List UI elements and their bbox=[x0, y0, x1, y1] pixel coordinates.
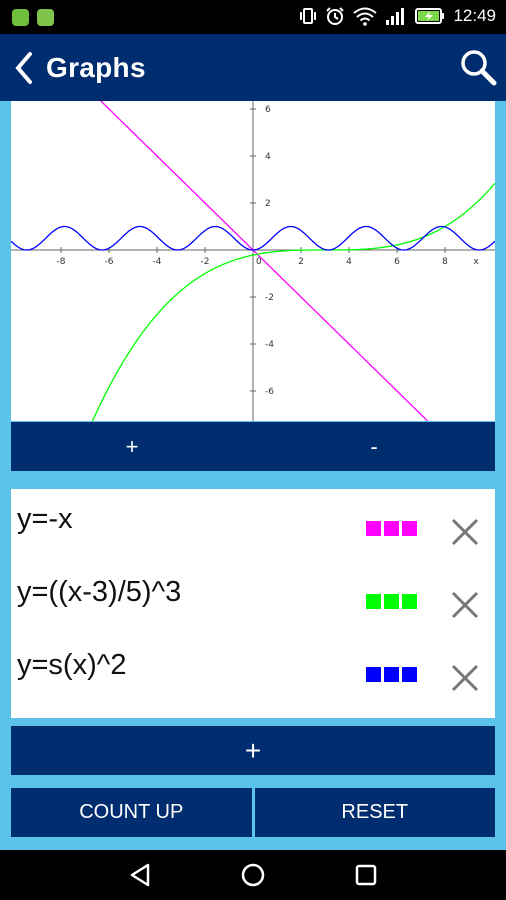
function-row: y=((x-3)/5)^3 bbox=[11, 562, 495, 634]
x-tick-label: 8 bbox=[442, 257, 448, 267]
color-swatch bbox=[402, 594, 417, 609]
color-swatch bbox=[402, 667, 417, 682]
status-time: 12:49 bbox=[453, 6, 496, 25]
function-curve bbox=[99, 101, 429, 421]
function-expression[interactable]: y=s(x)^2 bbox=[17, 649, 127, 682]
app-notification-icon bbox=[37, 9, 54, 26]
x-tick-label: 2 bbox=[298, 257, 304, 267]
recents-square-icon[interactable] bbox=[353, 862, 379, 888]
page-title: Graphs bbox=[46, 52, 146, 83]
x-tick-label: -4 bbox=[153, 257, 162, 267]
wifi-icon bbox=[353, 7, 378, 26]
x-tick-label: 6 bbox=[394, 257, 400, 267]
function-row: y=-x bbox=[11, 489, 495, 561]
y-tick-label: 6 bbox=[265, 105, 271, 115]
color-swatch bbox=[402, 521, 417, 536]
x-tick-label: 4 bbox=[346, 257, 352, 267]
y-tick-label: -6 bbox=[265, 387, 274, 397]
android-notification-icon bbox=[12, 9, 29, 26]
y-tick-label: -2 bbox=[265, 293, 274, 303]
color-picker-button[interactable] bbox=[366, 521, 417, 536]
graph-canvas[interactable]: -8 -6 -4 -2 0 2 4 6 8 x 6 4 2 -2 -4 -6 bbox=[11, 101, 495, 421]
app-bar: Graphs bbox=[0, 34, 506, 101]
function-list: y=-x y=((x-3)/5)^3 y=s(x)^2 bbox=[11, 489, 495, 718]
signal-icon bbox=[386, 8, 405, 25]
navigation-bar bbox=[0, 850, 506, 900]
home-circle-icon[interactable] bbox=[240, 862, 266, 888]
zoom-bar: + - bbox=[11, 422, 495, 471]
action-buttons: COUNT UP RESET bbox=[11, 788, 495, 837]
close-icon[interactable] bbox=[449, 516, 481, 548]
graph-plot[interactable]: -8 -6 -4 -2 0 2 4 6 8 x642-2-4-6 bbox=[11, 101, 495, 421]
y-tick-label: 2 bbox=[265, 199, 271, 209]
function-expression[interactable]: y=((x-3)/5)^3 bbox=[17, 576, 181, 609]
battery-charging-icon bbox=[415, 8, 445, 24]
function-row: y=s(x)^2 bbox=[11, 635, 495, 707]
add-function-button[interactable]: + bbox=[11, 726, 495, 775]
x-tick-label: -8 bbox=[57, 257, 66, 267]
zoom-in-button[interactable]: + bbox=[11, 422, 253, 471]
vibrate-icon bbox=[300, 8, 317, 24]
color-swatch bbox=[366, 594, 381, 609]
color-swatch bbox=[366, 667, 381, 682]
y-tick-label: -4 bbox=[265, 340, 274, 350]
zoom-out-button[interactable]: - bbox=[253, 422, 495, 471]
x-tick-label: -2 bbox=[201, 257, 210, 267]
color-swatch bbox=[384, 521, 399, 536]
color-picker-button[interactable] bbox=[366, 594, 417, 609]
close-icon[interactable] bbox=[449, 662, 481, 694]
function-expression[interactable]: y=-x bbox=[17, 503, 73, 536]
color-swatch bbox=[384, 667, 399, 682]
status-bar: 12:49 bbox=[0, 0, 506, 34]
function-curve bbox=[91, 182, 495, 421]
color-swatch bbox=[384, 594, 399, 609]
y-tick-label: 4 bbox=[265, 152, 271, 162]
back-triangle-icon[interactable] bbox=[127, 862, 153, 888]
count-up-button[interactable]: COUNT UP bbox=[11, 788, 252, 837]
color-swatch bbox=[366, 521, 381, 536]
x-axis-label: x bbox=[474, 257, 480, 267]
close-icon[interactable] bbox=[449, 589, 481, 621]
color-picker-button[interactable] bbox=[366, 667, 417, 682]
search-icon[interactable] bbox=[458, 47, 498, 87]
chevron-left-icon[interactable] bbox=[12, 50, 36, 86]
x-tick-label: -6 bbox=[105, 257, 114, 267]
alarm-icon bbox=[326, 7, 345, 25]
reset-button[interactable]: RESET bbox=[254, 788, 495, 837]
